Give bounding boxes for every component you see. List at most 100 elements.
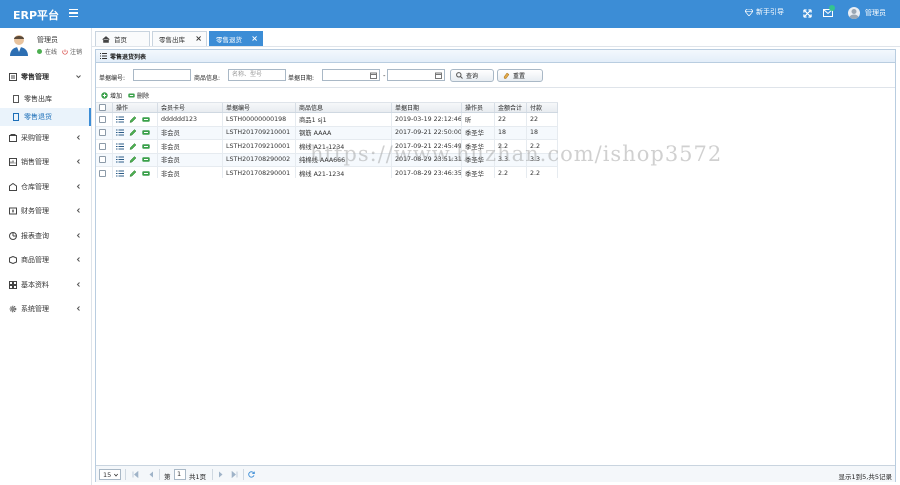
logout-icon[interactable] [62, 49, 68, 55]
sub-retail-out-label: 零售出库 [24, 94, 52, 103]
col-operator[interactable]: 操作员 [462, 103, 495, 112]
edit-pencil-icon[interactable] [129, 156, 137, 164]
sidebar: 管理员 在线 注销 零售管理 零售出库 零售退货 采购管理 销售管理 仓库管理 … [0, 28, 92, 485]
pager-divider [212, 469, 213, 480]
table-row[interactable]: 非会员 LSTH201708290002 纯棉线 AAA666 2017-08-29 … [96, 153, 558, 167]
row-ops-cell [113, 140, 158, 153]
menu-toggle-icon[interactable] [69, 9, 78, 17]
menu-retail-label: 零售管理 [21, 73, 49, 82]
view-list-icon[interactable] [116, 116, 124, 123]
chevron-left-icon [76, 232, 80, 238]
table-row[interactable]: 非会员 LSTH201709210001 钢筋 AAAA 2017-09-21 22:… [96, 126, 558, 140]
delete-row-icon[interactable] [142, 143, 150, 150]
delete-row-icon[interactable] [142, 129, 150, 136]
select-all-checkbox[interactable] [99, 104, 106, 111]
row-select-cell [96, 126, 113, 139]
search-bar: 单据编号: 商品信息: 名称、型号 单据日期: - 查询 重置 [96, 64, 895, 88]
refresh-icon[interactable] [248, 471, 255, 478]
page-size-select[interactable]: 15 [99, 469, 121, 480]
guide-link[interactable]: 新手引导 [745, 7, 784, 17]
amount-cell: 22 [495, 113, 527, 126]
first-page-icon[interactable] [132, 471, 139, 478]
tab-home-label: 首页 [114, 36, 127, 44]
logout-link[interactable]: 注销 [70, 47, 82, 56]
operator-cell: 昕 [462, 113, 495, 126]
amount-cell: 3.3 [495, 153, 527, 166]
menu-system[interactable]: 系统管理 [0, 297, 91, 322]
user-status: 在线 注销 [37, 47, 82, 56]
menu-purchase[interactable]: 采购管理 [0, 126, 91, 151]
menu-sales[interactable]: 销售管理 [0, 150, 91, 175]
sidebar-item-retail-out[interactable]: 零售出库 [0, 90, 91, 108]
amount-cell: 18 [495, 126, 527, 139]
view-list-icon[interactable] [116, 129, 124, 136]
view-list-icon[interactable] [116, 170, 124, 177]
menu-warehouse[interactable]: 仓库管理 [0, 175, 91, 200]
prev-page-icon[interactable] [148, 471, 155, 478]
row-checkbox[interactable] [99, 142, 106, 150]
col-amount[interactable]: 金额合计 [495, 103, 527, 112]
sidebar-item-retail-return[interactable]: 零售退货 [0, 107, 91, 126]
date-start-input[interactable] [322, 69, 380, 81]
select-all-cell [96, 103, 113, 112]
edit-pencil-icon[interactable] [129, 169, 137, 177]
row-ops-cell [113, 126, 158, 139]
app-brand[interactable]: ERP平台 [13, 7, 59, 23]
view-list-icon[interactable] [116, 156, 124, 163]
page-number-input[interactable]: 1 [174, 469, 186, 480]
calendar-icon[interactable] [370, 72, 377, 79]
menu-sales-label: 销售管理 [21, 158, 49, 167]
query-button[interactable]: 查询 [450, 69, 494, 82]
col-ops[interactable]: 操作 [113, 103, 158, 112]
fullscreen-icon[interactable] [803, 9, 812, 18]
pager-divider [125, 469, 126, 480]
close-icon[interactable]: × [195, 34, 202, 43]
col-member[interactable]: 会员卡号 [158, 103, 223, 112]
menu-profile[interactable]: 基本资料 [0, 273, 91, 298]
calendar-icon[interactable] [435, 72, 442, 79]
row-checkbox[interactable] [99, 156, 106, 164]
goods-input[interactable]: 名称、型号 [228, 69, 286, 81]
row-select-cell [96, 140, 113, 153]
table-row[interactable]: dddddd123 LSTH00000000198 商品1 sj1 2019-03-1… [96, 113, 558, 127]
row-checkbox[interactable] [99, 129, 106, 137]
doc-no-label: 单据编号: [99, 75, 126, 82]
doc-no-input[interactable] [133, 69, 191, 81]
delete-row-icon[interactable] [142, 170, 150, 177]
status-label: 在线 [45, 49, 58, 56]
date-end-input[interactable] [387, 69, 445, 81]
tab-retail-return[interactable]: 零售退货 × [209, 31, 263, 46]
delete-row-icon[interactable] [142, 116, 150, 123]
main-content: 首页 零售出库 × 零售退货 × 零售退货列表 单据编号: 商品信息: 名称、型… [92, 28, 900, 485]
menu-report[interactable]: 报表查询 [0, 224, 91, 249]
top-user-menu[interactable]: 管理员 [848, 7, 886, 19]
menu-finance[interactable]: 财务管理 [0, 199, 91, 224]
last-page-icon[interactable] [231, 471, 238, 478]
member-cell: 非会员 [158, 153, 223, 166]
menu-goods[interactable]: 商品管理 [0, 248, 91, 273]
delete-row-icon[interactable] [142, 156, 150, 163]
table-row[interactable]: 非会员 LSTH201709210001 棉线 A21-1234 2017-09-21… [96, 140, 558, 154]
user-avatar-icon [10, 35, 28, 56]
edit-pencil-icon[interactable] [129, 129, 137, 137]
grid-empty-area [96, 178, 895, 461]
user-panel: 管理员 在线 注销 [0, 28, 92, 61]
operator-cell: 季圣华 [462, 126, 495, 139]
col-date[interactable]: 单据日期 [392, 103, 462, 112]
next-page-icon[interactable] [217, 471, 224, 478]
edit-pencil-icon[interactable] [129, 142, 137, 150]
col-doc-no[interactable]: 单据编号 [223, 103, 296, 112]
row-checkbox[interactable] [99, 115, 106, 123]
row-checkbox[interactable] [99, 169, 106, 177]
close-icon[interactable]: × [251, 34, 258, 43]
reset-button[interactable]: 重置 [497, 69, 543, 82]
view-list-icon[interactable] [116, 143, 124, 150]
col-paid[interactable]: 付款 [527, 103, 558, 112]
tab-home[interactable]: 首页 [95, 31, 150, 46]
menu-retail[interactable]: 零售管理 [0, 65, 91, 90]
delete-button[interactable]: 删除 [128, 91, 149, 100]
tab-retail-out[interactable]: 零售出库 × [152, 31, 207, 46]
edit-pencil-icon[interactable] [129, 115, 137, 123]
add-button[interactable]: 增加 [101, 91, 122, 100]
col-goods[interactable]: 商品信息 [296, 103, 392, 112]
